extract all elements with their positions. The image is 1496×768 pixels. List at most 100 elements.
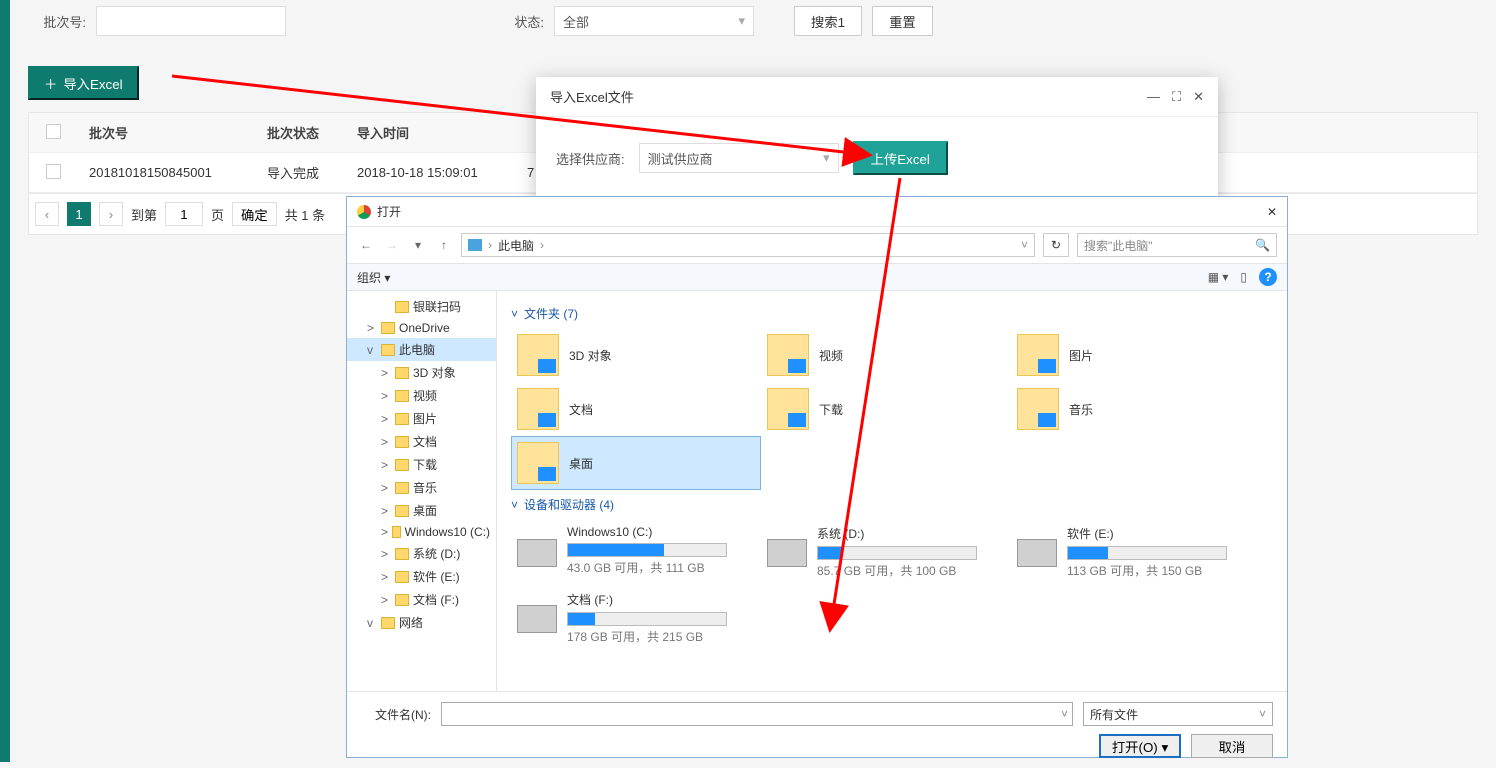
tree-item[interactable]: >下载: [347, 453, 496, 476]
expand-icon[interactable]: >: [381, 435, 391, 449]
toolbar-organize[interactable]: 组织 ▾: [357, 269, 390, 286]
tree-item[interactable]: >Windows10 (C:): [347, 522, 496, 542]
supplier-label: 选择供应商:: [556, 149, 625, 168]
select-all-checkbox[interactable]: [46, 124, 61, 139]
folder-label: 下载: [819, 401, 843, 418]
refresh-button[interactable]: ↻: [1043, 233, 1069, 257]
expand-icon[interactable]: >: [381, 481, 391, 495]
upload-excel-button[interactable]: 上传Excel: [853, 141, 948, 175]
minimize-icon[interactable]: —: [1147, 89, 1160, 105]
close-icon[interactable]: ✕: [1193, 89, 1204, 105]
next-page-button[interactable]: ›: [99, 202, 123, 226]
group-folders-header[interactable]: ˅ 文件夹 (7): [511, 299, 1273, 328]
tree-item[interactable]: >3D 对象: [347, 361, 496, 384]
tree-item[interactable]: > 视频: [347, 384, 496, 407]
chevron-down-icon: ˅: [511, 307, 518, 321]
batch-input[interactable]: [96, 6, 286, 36]
tree-item[interactable]: >音乐: [347, 476, 496, 499]
status-dropdown[interactable]: 全部 ▾: [554, 6, 754, 36]
tree-item[interactable]: 银联扫码: [347, 295, 496, 318]
folder-tile[interactable]: 图片: [1011, 328, 1261, 382]
folder-label: 桌面: [569, 455, 593, 472]
address-dropdown-icon[interactable]: ˅: [1021, 238, 1028, 252]
drive-info: 178 GB 可用，共 215 GB: [567, 628, 727, 645]
goto-suffix: 页: [211, 205, 224, 224]
tree-item[interactable]: >桌面: [347, 499, 496, 522]
tree-item[interactable]: >软件 (E:): [347, 565, 496, 588]
expand-icon[interactable]: >: [381, 389, 391, 403]
nav-back-icon[interactable]: ←: [357, 236, 375, 254]
maximize-icon[interactable]: ⛶: [1172, 89, 1181, 105]
cancel-button[interactable]: 取消: [1191, 734, 1273, 758]
filetype-dropdown[interactable]: 所有文件 ˅: [1083, 702, 1273, 726]
folder-tile[interactable]: 视频: [761, 328, 1011, 382]
expand-icon[interactable]: >: [381, 547, 391, 561]
group-drives-header[interactable]: ˅ 设备和驱动器 (4): [511, 490, 1273, 519]
open-button[interactable]: 打开(O) ▾: [1099, 734, 1181, 758]
goto-input[interactable]: [165, 202, 203, 226]
folder-tile[interactable]: 3D 对象: [511, 328, 761, 382]
expand-icon[interactable]: >: [381, 412, 391, 426]
tree-item[interactable]: >OneDrive: [347, 318, 496, 338]
address-bar[interactable]: › 此电脑 › ˅: [461, 233, 1035, 257]
drive-icon: [1017, 539, 1057, 567]
drive-tile[interactable]: Windows10 (C:)43.0 GB 可用，共 111 GB: [511, 519, 761, 585]
tree-label: 视频: [413, 387, 437, 404]
search-button[interactable]: 搜索1: [794, 6, 862, 36]
drive-tile[interactable]: 软件 (E:)113 GB 可用，共 150 GB: [1011, 519, 1261, 585]
row-checkbox[interactable]: [46, 164, 61, 179]
tree-label: 网络: [399, 614, 423, 631]
folder-icon: [767, 388, 809, 430]
search-box[interactable]: 搜索"此电脑" 🔍: [1077, 233, 1277, 257]
tree-item[interactable]: >文档 (F:): [347, 588, 496, 611]
tree-item[interactable]: >图片: [347, 407, 496, 430]
nav-recent-icon[interactable]: ▾: [409, 236, 427, 254]
expand-icon[interactable]: >: [381, 366, 391, 380]
reset-button[interactable]: 重置: [872, 6, 933, 36]
folder-tile[interactable]: 音乐: [1011, 382, 1261, 436]
tree-item[interactable]: v 网络: [347, 611, 496, 634]
preview-pane-button[interactable]: ▯: [1240, 270, 1247, 284]
expand-icon[interactable]: >: [367, 321, 377, 335]
expand-icon[interactable]: >: [381, 458, 391, 472]
prev-page-button[interactable]: ‹: [35, 202, 59, 226]
expand-icon[interactable]: v: [367, 343, 377, 357]
expand-icon[interactable]: >: [381, 570, 391, 584]
batch-label: 批次号:: [28, 12, 86, 31]
expand-icon[interactable]: >: [381, 525, 388, 539]
drive-usage-bar: [1067, 546, 1227, 560]
import-modal: 导入Excel文件 — ⛶ ✕ 选择供应商: 测试供应商 ▾ 上传Excel: [536, 77, 1218, 203]
dialog-close-icon[interactable]: ✕: [1267, 205, 1277, 219]
tree-item[interactable]: v此电脑: [347, 338, 496, 361]
folder-icon: [395, 413, 409, 425]
drive-tile[interactable]: 系统 (D:)85.7 GB 可用，共 100 GB: [761, 519, 1011, 585]
folder-tile[interactable]: 桌面: [511, 436, 761, 490]
drive-tile[interactable]: 文档 (F:)178 GB 可用，共 215 GB: [511, 585, 761, 651]
help-icon[interactable]: ?: [1259, 268, 1277, 286]
folder-icon: [395, 436, 409, 448]
breadcrumb-root[interactable]: 此电脑: [498, 237, 534, 254]
folder-tile[interactable]: 下载: [761, 382, 1011, 436]
folder-tile[interactable]: 文档: [511, 382, 761, 436]
supplier-dropdown[interactable]: 测试供应商 ▾: [639, 143, 839, 173]
expand-icon[interactable]: >: [381, 504, 391, 518]
tree-label: 系统 (D:): [413, 545, 460, 562]
chevron-down-icon: ˅: [511, 498, 518, 512]
goto-confirm-button[interactable]: 确定: [232, 202, 277, 226]
tree-item[interactable]: >文档: [347, 430, 496, 453]
cell-status: 导入完成: [255, 153, 345, 192]
pc-icon: [468, 239, 482, 251]
expand-icon[interactable]: >: [381, 593, 391, 607]
folder-icon: [381, 344, 395, 356]
folder-icon: [395, 301, 409, 313]
import-excel-button[interactable]: ＋ 导入Excel: [28, 66, 139, 100]
expand-icon[interactable]: v: [367, 616, 377, 630]
nav-up-icon[interactable]: ↑: [435, 236, 453, 254]
search-icon: 🔍: [1255, 238, 1270, 252]
chrome-icon: [357, 205, 371, 219]
view-mode-button[interactable]: ▦ ▾: [1208, 270, 1229, 284]
filename-input[interactable]: ˅: [441, 702, 1073, 726]
page-current[interactable]: 1: [67, 202, 91, 226]
tree-item[interactable]: > 系统 (D:): [347, 542, 496, 565]
nav-forward-icon[interactable]: →: [383, 236, 401, 254]
